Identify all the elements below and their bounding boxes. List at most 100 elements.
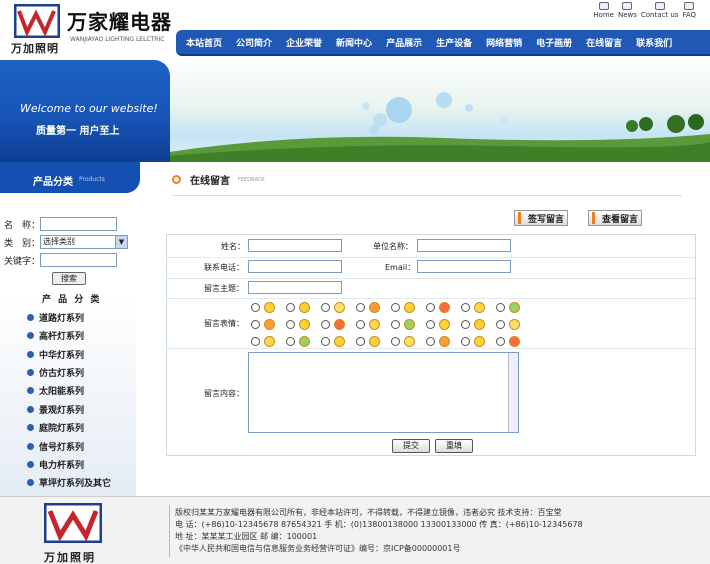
tab-accent <box>592 212 595 224</box>
emote-radio[interactable] <box>461 320 470 329</box>
product-item[interactable]: 太阳能系列 <box>27 384 84 397</box>
emote-radio[interactable] <box>321 337 330 346</box>
scrollbar[interactable] <box>508 353 518 432</box>
top-link-news[interactable]: News <box>618 2 637 19</box>
emoticon-icon <box>334 336 345 347</box>
emote-radio[interactable] <box>286 320 295 329</box>
footer: 万加照明 版权归某某万家耀电器有限公司所有，非经本站许可，不得转载，不得建立镜像… <box>0 496 710 564</box>
type-select[interactable]: 选择类别 ▼ <box>40 235 128 249</box>
product-item[interactable]: 仿古灯系列 <box>27 366 84 379</box>
emote-radio[interactable] <box>321 303 330 312</box>
company-label: 单位名称： <box>373 242 413 251</box>
search-button[interactable]: 搜索 <box>52 272 86 285</box>
emote-radio[interactable] <box>391 303 400 312</box>
subject-label: 留言主题： <box>204 284 244 293</box>
sidebar: 产品分类 Products 名 称： 类 别： 选择类别 ▼ 关键字： 搜索 产 … <box>0 162 140 496</box>
product-item[interactable]: 景观灯系列 <box>27 403 84 416</box>
emoticon-icon <box>404 336 415 347</box>
faq-icon <box>684 2 695 10</box>
top-link-contact[interactable]: Contact us <box>641 2 678 19</box>
product-item[interactable]: 信号灯系列 <box>27 440 84 453</box>
contact-text: 电 话：(+86)10-12345678 87654321 手 机：(0)138… <box>175 520 583 529</box>
phone-field[interactable] <box>248 260 342 273</box>
nav-equipment[interactable]: 生产设备 <box>436 36 472 49</box>
banner-welcome-panel: Welcome to our website! 质量第一 用户至上 <box>0 60 170 162</box>
nav-marketing[interactable]: 网络营销 <box>486 36 522 49</box>
home-icon <box>598 2 609 10</box>
emoticon-icon <box>264 336 275 347</box>
product-item[interactable]: 中华灯系列 <box>27 348 84 361</box>
emote-radio[interactable] <box>356 337 365 346</box>
category-english: Products <box>79 176 105 183</box>
product-item[interactable]: 电力杆系列 <box>27 458 84 471</box>
divider <box>167 278 695 279</box>
emoticon-icon <box>369 336 380 347</box>
emote-radio[interactable] <box>391 337 400 346</box>
emote-radio[interactable] <box>461 303 470 312</box>
name-row: 名 称： <box>4 217 117 231</box>
footer-logo[interactable] <box>44 503 102 543</box>
main-content: 在线留言 FEEDBACK 签写留言 查看留言 姓名： 单位名称： 联系电话： … <box>144 162 710 496</box>
emote-radio[interactable] <box>496 303 505 312</box>
emote-radio[interactable] <box>461 337 470 346</box>
emote-radio[interactable] <box>426 337 435 346</box>
name-label: 姓名： <box>221 242 245 251</box>
emote-radio[interactable] <box>251 337 260 346</box>
view-message-button[interactable]: 查看留言 <box>588 210 642 226</box>
nav-news[interactable]: 新闻中心 <box>336 36 372 49</box>
product-item[interactable]: 庭院灯系列 <box>27 421 84 434</box>
company-field[interactable] <box>417 239 511 252</box>
emote-radio[interactable] <box>251 303 260 312</box>
emoticon-icon <box>439 336 450 347</box>
emoticon-icon <box>299 319 310 330</box>
emoticon-icon <box>369 319 380 330</box>
company-logo[interactable] <box>14 4 60 38</box>
emote-radio[interactable] <box>356 320 365 329</box>
name-field[interactable] <box>248 239 342 252</box>
emote-radio[interactable] <box>391 320 400 329</box>
emote-radio[interactable] <box>496 320 505 329</box>
brand-name: 万家耀电器 <box>67 10 172 34</box>
content-textarea[interactable] <box>248 352 519 433</box>
nav-guestbook[interactable]: 在线留言 <box>586 36 622 49</box>
email-field[interactable] <box>417 260 511 273</box>
emote-radio[interactable] <box>286 337 295 346</box>
nav-ebook[interactable]: 电子画册 <box>536 36 572 49</box>
emote-radio[interactable] <box>496 337 505 346</box>
main-nav: 本站首页 公司简介 企业荣誉 新闻中心 产品展示 生产设备 网络营销 电子画册 … <box>176 30 710 56</box>
keyword-row: 关键字： <box>4 253 117 267</box>
divider <box>167 257 695 258</box>
bullet-icon <box>27 461 34 468</box>
write-message-button[interactable]: 签写留言 <box>514 210 568 226</box>
reset-button[interactable]: 重填 <box>435 439 473 453</box>
bullet-icon <box>27 314 34 321</box>
top-links: Home News Contact us FAQ <box>589 2 696 19</box>
product-item[interactable]: 草坪灯系列及其它 <box>27 476 111 489</box>
name-label: 名 称： <box>4 220 41 231</box>
emote-radio[interactable] <box>286 303 295 312</box>
keyword-input[interactable] <box>40 253 117 267</box>
page-title: 在线留言 <box>190 176 230 187</box>
emote-radio[interactable] <box>321 320 330 329</box>
bullet-icon <box>27 479 34 486</box>
nav-products[interactable]: 产品展示 <box>386 36 422 49</box>
top-link-home[interactable]: Home <box>593 2 614 19</box>
subject-field[interactable] <box>248 281 342 294</box>
nav-home[interactable]: 本站首页 <box>186 36 222 49</box>
name-input[interactable] <box>40 217 117 231</box>
emote-radio[interactable] <box>426 303 435 312</box>
top-link-faq[interactable]: FAQ <box>682 2 696 19</box>
divider <box>172 195 682 196</box>
nav-about[interactable]: 公司简介 <box>236 36 272 49</box>
emoticon-icon <box>439 302 450 313</box>
emote-radio[interactable] <box>356 303 365 312</box>
product-item[interactable]: 高杆灯系列 <box>27 329 84 342</box>
emote-radio[interactable] <box>251 320 260 329</box>
nav-honor[interactable]: 企业荣誉 <box>286 36 322 49</box>
product-item[interactable]: 道路灯系列 <box>27 311 84 324</box>
submit-button[interactable]: 提交 <box>392 439 430 453</box>
emote-radio[interactable] <box>426 320 435 329</box>
nav-contact[interactable]: 联系我们 <box>636 36 672 49</box>
slogan-text: 质量第一 用户至上 <box>36 126 120 137</box>
type-row: 类 别： 选择类别 ▼ <box>4 235 128 249</box>
